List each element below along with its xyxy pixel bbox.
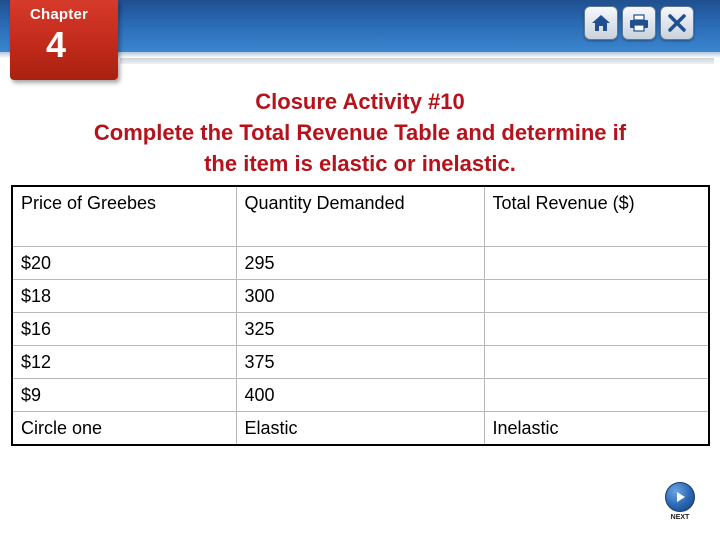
title-line-1: Closure Activity #10: [255, 89, 465, 114]
print-button[interactable]: [622, 6, 656, 40]
title-line-2: Complete the Total Revenue Table and det…: [93, 120, 627, 145]
quantity-cell: 300: [235, 278, 485, 313]
print-icon: [630, 14, 648, 32]
table-row: $16 325: [11, 311, 710, 346]
play-arrow-icon: [677, 492, 685, 502]
circle-one-label: Circle one: [11, 410, 237, 446]
close-button[interactable]: [660, 6, 694, 40]
table-row: $18 300: [11, 278, 710, 313]
close-icon: [668, 14, 686, 32]
nav-buttons: [584, 6, 694, 40]
quantity-cell: 375: [235, 344, 485, 379]
header-divider: [120, 58, 714, 64]
option-elastic[interactable]: Elastic: [235, 410, 485, 446]
table-header-row: Price of Greebes Quantity Demanded Total…: [11, 185, 710, 247]
table-row: $20 295: [11, 245, 710, 280]
next-circle[interactable]: [665, 482, 695, 512]
total-revenue-cell[interactable]: [483, 344, 710, 379]
page-title: Closure Activity #10 Complete the Total …: [0, 86, 720, 179]
header-quantity: Quantity Demanded: [235, 185, 485, 247]
quantity-cell: 325: [235, 311, 485, 346]
chapter-label: Chapter: [30, 6, 89, 23]
quantity-cell: 400: [235, 377, 485, 412]
home-button[interactable]: [584, 6, 618, 40]
table-row: $9 400: [11, 377, 710, 412]
next-button[interactable]: NEXT: [664, 482, 696, 521]
table-row: $12 375: [11, 344, 710, 379]
revenue-table: Price of Greebes Quantity Demanded Total…: [11, 185, 710, 446]
chapter-number: 4: [46, 24, 67, 65]
option-inelastic[interactable]: Inelastic: [483, 410, 710, 446]
next-label: NEXT: [670, 514, 690, 521]
total-revenue-cell[interactable]: [483, 377, 710, 412]
header-price: Price of Greebes: [11, 185, 237, 247]
total-revenue-cell[interactable]: [483, 245, 710, 280]
home-icon: [592, 15, 610, 31]
total-revenue-cell[interactable]: [483, 278, 710, 313]
total-revenue-cell[interactable]: [483, 311, 710, 346]
header-total-revenue: Total Revenue ($): [483, 185, 710, 247]
price-cell: $20: [11, 245, 237, 280]
price-cell: $16: [11, 311, 237, 346]
price-cell: $9: [11, 377, 237, 412]
price-cell: $18: [11, 278, 237, 313]
quantity-cell: 295: [235, 245, 485, 280]
chapter-tab: Chapter 4: [10, 0, 118, 80]
circle-one-row: Circle one Elastic Inelastic: [11, 410, 710, 446]
title-line-3: the item is elastic or inelastic.: [204, 151, 516, 176]
price-cell: $12: [11, 344, 237, 379]
